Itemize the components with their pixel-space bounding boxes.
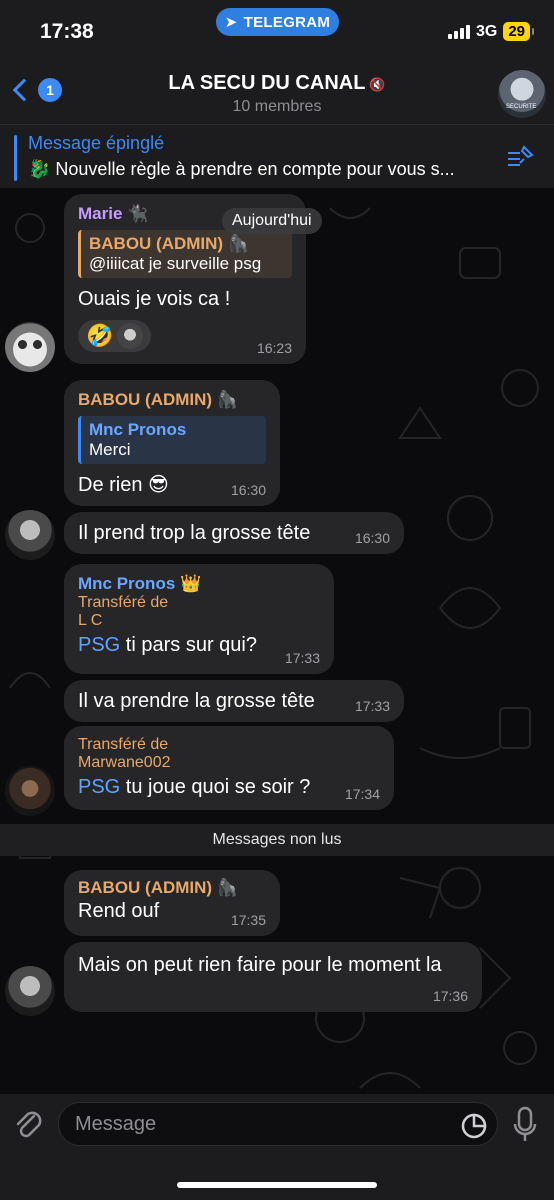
message-text: Il va prendre la grosse tête [78,690,315,712]
message-bubble[interactable]: Transféré de Marwane002 PSG tu joue quoi… [64,726,394,810]
reply-sender: Mnc Pronos [89,420,187,439]
attach-icon[interactable] [12,1106,44,1142]
message-text: tu joue quoi se soir ? [120,776,311,798]
date-chip: Aujourd'hui [222,208,322,234]
message-bubble[interactable]: BABOU (ADMIN) 🦍 Rend ouf 17:35 [64,870,280,936]
message-text: Il prend trop la grosse tête [78,522,311,544]
message-time: 17:36 [432,988,468,1004]
message-input[interactable]: Message [58,1102,498,1146]
message-bubble[interactable]: BABOU (ADMIN) 🦍 Mnc Pronos Merci De rien… [64,380,280,506]
reply-sender: BABOU (ADMIN) 🦍 [89,234,249,253]
group-avatar[interactable]: SECURITE [498,70,546,118]
send-icon: ➤ [224,14,238,31]
pinned-message[interactable]: Message épinglé 🐉 Nouvelle règle à prend… [0,124,554,188]
signal-icon [447,24,470,39]
home-indicator[interactable] [177,1182,377,1188]
message-time: 17:33 [284,650,320,666]
chat-title[interactable]: LA SECU DU CANAL 🔇 [0,72,554,95]
reply-text: @iiiicat je surveille psg [89,254,262,273]
message-bubble[interactable]: Mnc Pronos 👑 Transféré de L C PSG ti par… [64,564,334,674]
muted-icon: 🔇 [369,77,386,92]
chat-title-text: LA SECU DU CANAL [168,72,366,94]
forwarded-label: Transféré de [78,594,169,611]
message-time: 16:30 [354,530,390,546]
reply-text: Merci [89,440,131,459]
message-link[interactable]: PSG [78,776,120,798]
sender-name[interactable]: BABOU (ADMIN) 🦍 [78,878,266,898]
composer-bar: Message [0,1094,554,1200]
message-time: 16:30 [230,482,266,498]
message-time: 17:34 [344,786,380,802]
message-link[interactable]: PSG [78,634,120,656]
message-bubble[interactable]: Il prend trop la grosse tête 16:30 [64,512,404,554]
pinned-text: 🐉 Nouvelle règle à prendre en compte pou… [28,159,455,179]
sticker-icon[interactable] [460,1112,488,1140]
pill-label: TELEGRAM [243,13,331,31]
message-text-row: PSG tu joue quoi se soir ? [78,774,380,800]
reply-quote[interactable]: BABOU (ADMIN) 🦍 @iiiicat je surveille ps… [78,230,292,278]
message-text: Mais on peut rien faire pour le moment l… [78,954,442,976]
sender-name[interactable]: Mnc Pronos 👑 [78,574,320,594]
reaction-emoji: 🤣 [86,323,114,348]
sender-name[interactable]: BABOU (ADMIN) 🦍 [78,390,266,410]
message-bubble[interactable]: Il va prendre la grosse tête 17:33 [64,680,404,722]
avatar[interactable] [5,510,55,560]
telegram-return-pill[interactable]: ➤ TELEGRAM [216,8,339,36]
avatar[interactable] [5,322,55,372]
reply-quote[interactable]: Mnc Pronos Merci [78,416,266,464]
avatar[interactable] [5,766,55,816]
chat-area[interactable]: Marie 🐈‍⬛ BABOU (ADMIN) 🦍 @iiiicat je su… [0,188,554,1094]
message-time: 16:23 [256,340,292,356]
message-text: ti pars sur qui? [120,634,257,656]
network-label: 3G [475,22,498,40]
message-bubble[interactable]: Mais on peut rien faire pour le moment l… [64,942,482,1012]
message-time: 17:33 [354,698,390,714]
unread-divider: Messages non lus [0,824,554,856]
avatar[interactable] [5,966,55,1016]
member-count: 10 membres [232,98,322,115]
chat-header: 1 LA SECU DU CANAL 🔇 10 membres SECURITE [0,66,554,124]
microphone-icon[interactable] [512,1106,538,1144]
battery-icon: 29 [503,22,534,41]
reaction[interactable]: 🤣 [78,320,152,352]
status-time: 17:38 [40,20,94,43]
pin-list-icon[interactable] [506,145,534,169]
status-bar: 17:38 ➤ TELEGRAM 3G 29 [0,0,554,66]
forwarded-from[interactable]: L C [78,612,320,630]
forwarded-label: Transféré de [78,736,169,753]
group-avatar-label: SECURITE [506,104,537,110]
message-time: 17:35 [230,912,266,928]
pinned-indicator [14,135,17,181]
pinned-label: Message épinglé [28,133,165,153]
message-text-row: PSG ti pars sur qui? [78,632,320,658]
reactor-avatar [117,323,144,349]
forwarded-from[interactable]: Marwane002 [78,754,380,772]
status-indicators: 3G 29 [447,22,534,41]
message-text: Ouais je vois ca ! [78,288,231,310]
